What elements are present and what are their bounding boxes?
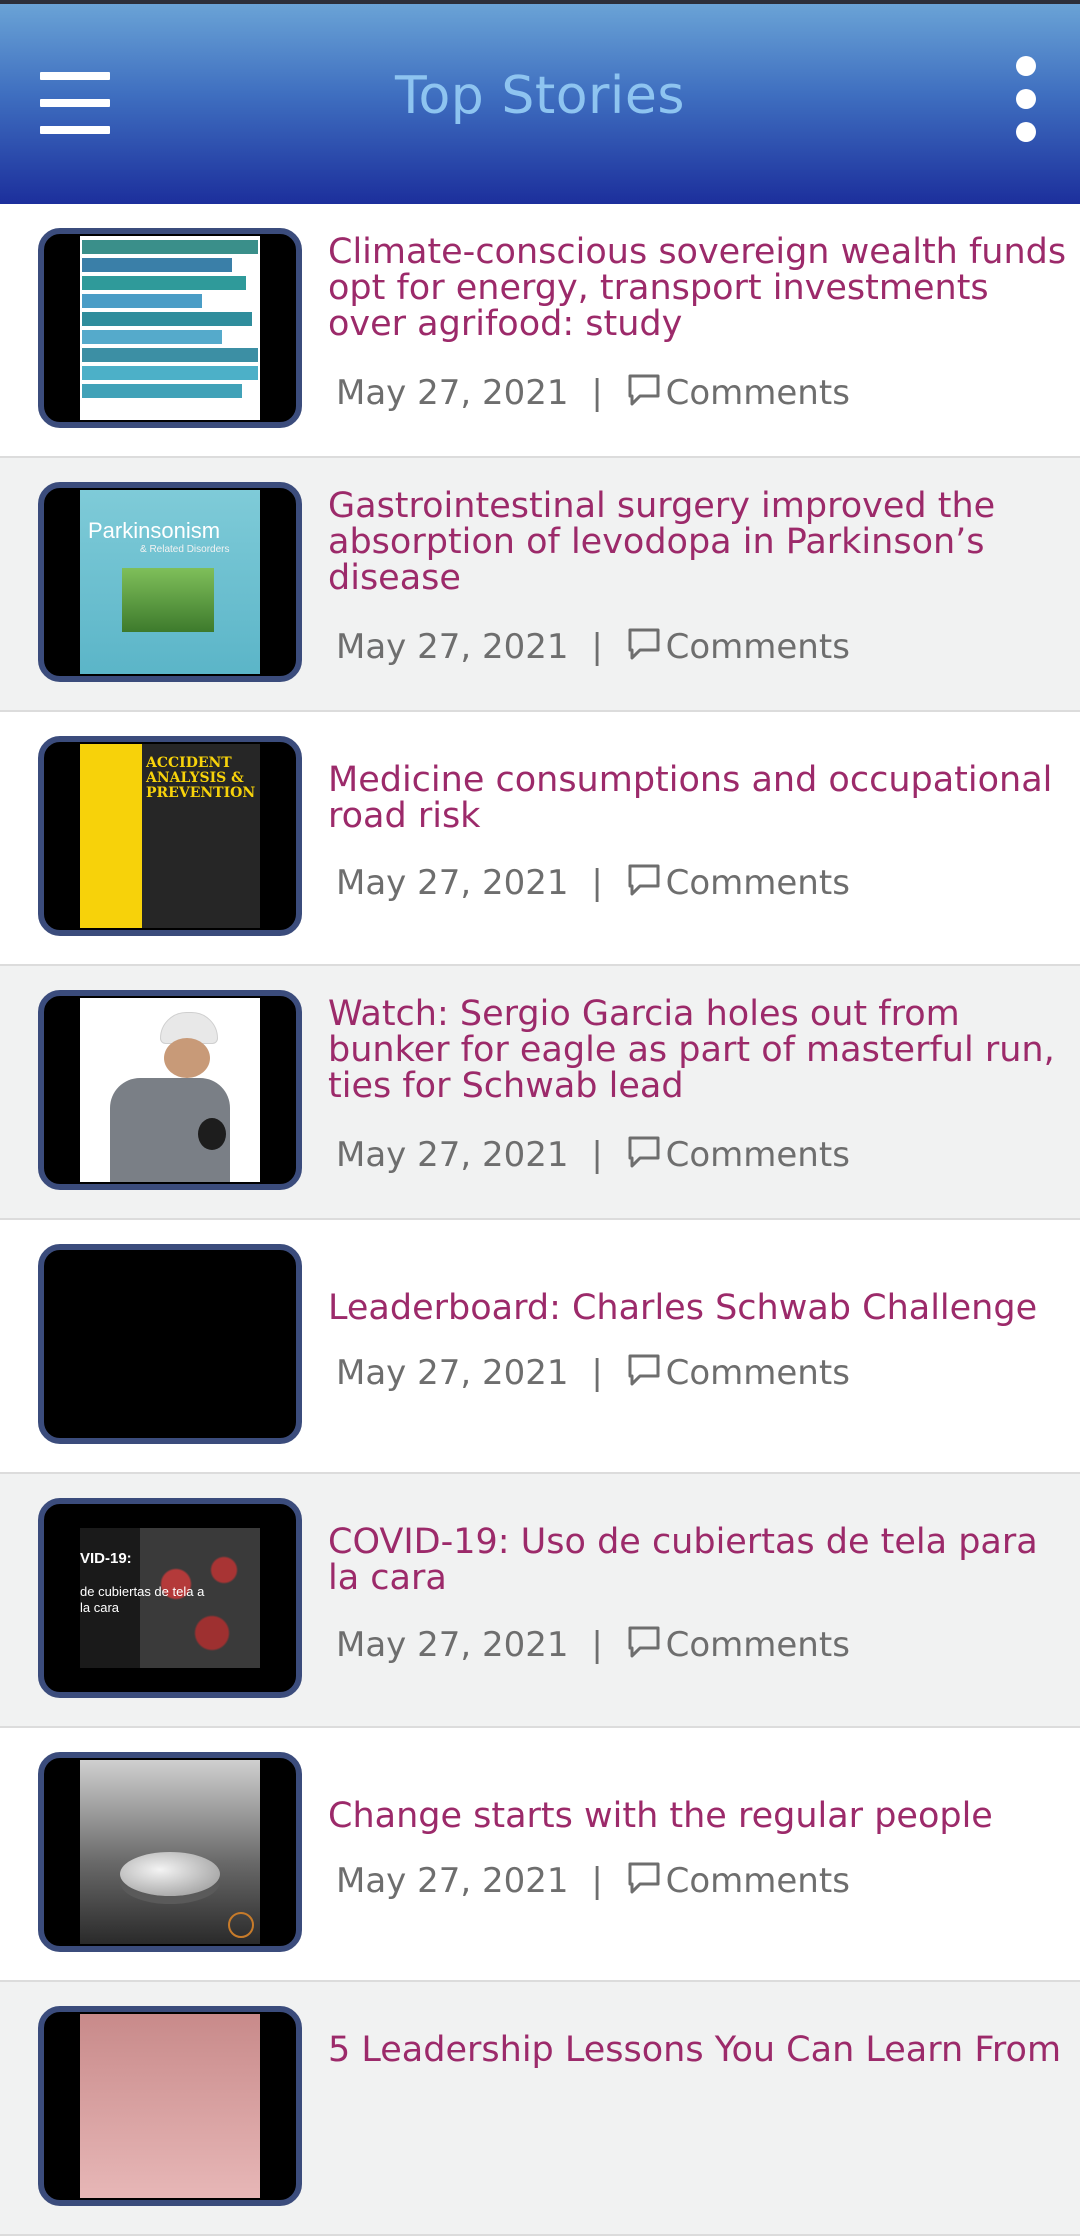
meta-separator: | [591, 863, 603, 903]
story-thumbnail[interactable]: VID-19: de cubiertas de tela a la cara [38, 1498, 302, 1698]
story-date: May 27, 2021 [336, 863, 569, 903]
yellow-cover-band [80, 744, 142, 928]
comments-label: Comments [665, 627, 850, 667]
comments-label: Comments [665, 1625, 850, 1665]
story-item[interactable]: Change starts with the regular people Ma… [0, 1728, 1080, 1982]
golf-club-head [198, 1118, 226, 1150]
comments-link[interactable]: Comments [626, 1135, 850, 1175]
meta-separator: | [591, 1135, 603, 1175]
comments-label: Comments [665, 1861, 850, 1901]
story-item[interactable]: 5 Leadership Lessons You Can Learn From [0, 1982, 1080, 2236]
story-meta: May 27, 2021 | Comments [336, 1860, 850, 1901]
story-title[interactable]: 5 Leadership Lessons You Can Learn From [328, 2032, 1076, 2068]
golfer-photo-thumbnail [80, 998, 260, 1182]
story-title[interactable]: COVID-19: Uso de cubiertas de tela para … [328, 1524, 1076, 1596]
story-meta: May 27, 2021 | Comments [336, 862, 850, 903]
story-item[interactable]: ACCIDENT ANALYSIS & PREVENTION Medicine … [0, 712, 1080, 966]
coin-stack [120, 1852, 220, 1896]
story-date: May 27, 2021 [336, 373, 569, 413]
story-title[interactable]: Watch: Sergio Garcia holes out from bunk… [328, 996, 1076, 1104]
story-item[interactable]: VID-19: de cubiertas de tela a la cara C… [0, 1474, 1080, 1728]
meta-separator: | [591, 373, 603, 413]
story-date: May 27, 2021 [336, 1353, 569, 1393]
story-title[interactable]: Leaderboard: Charles Schwab Challenge [328, 1290, 1076, 1326]
thumb-journal-subtitle: & Related Disorders [140, 544, 230, 555]
story-thumbnail[interactable] [38, 228, 302, 428]
page-title: Top Stories [395, 66, 685, 126]
story-date: May 27, 2021 [336, 1861, 569, 1901]
comment-icon [628, 628, 660, 660]
story-thumbnail[interactable]: ACCIDENT ANALYSIS & PREVENTION [38, 736, 302, 936]
story-title[interactable]: Gastrointestinal surgery improved the ab… [328, 488, 1076, 596]
journal-cover-thumbnail: ACCIDENT ANALYSIS & PREVENTION [80, 744, 260, 928]
story-item[interactable]: Leaderboard: Charles Schwab Challenge Ma… [0, 1220, 1080, 1474]
coins-photo-thumbnail [80, 1760, 260, 1944]
app-bar: Top Stories [0, 4, 1080, 204]
story-thumbnail[interactable]: Parkinsonism & Related Disorders [38, 482, 302, 682]
leadership-photo-thumbnail [80, 2014, 260, 2198]
golfer-face [164, 1038, 210, 1078]
comments-label: Comments [665, 1135, 850, 1175]
story-date: May 27, 2021 [336, 1625, 569, 1665]
comments-label: Comments [665, 863, 850, 903]
story-meta: May 27, 2021 | Comments [336, 1624, 850, 1665]
comments-link[interactable]: Comments [626, 863, 850, 903]
comment-icon [628, 374, 660, 406]
story-list: Climate-conscious sovereign wealth funds… [0, 204, 1080, 2236]
story-date: May 27, 2021 [336, 627, 569, 667]
thumb-covid-subtitle: de cubiertas de tela a la cara [80, 1584, 205, 1615]
story-meta: May 27, 2021 | Comments [336, 626, 850, 667]
meta-separator: | [591, 1353, 603, 1393]
story-thumbnail[interactable] [38, 990, 302, 1190]
badge-icon [228, 1912, 254, 1938]
journal-cover-thumbnail: Parkinsonism & Related Disorders [80, 490, 260, 674]
comment-icon [628, 1626, 660, 1658]
story-item[interactable]: Parkinsonism & Related Disorders Gastroi… [0, 458, 1080, 712]
story-date: May 27, 2021 [336, 1135, 569, 1175]
story-meta: May 27, 2021 | Comments [336, 1134, 850, 1175]
comments-link[interactable]: Comments [626, 1861, 850, 1901]
comments-label: Comments [665, 1353, 850, 1393]
story-item[interactable]: Watch: Sergio Garcia holes out from bunk… [0, 966, 1080, 1220]
story-thumbnail[interactable] [38, 1752, 302, 1952]
story-meta: May 27, 2021 | Comments [336, 1352, 850, 1393]
story-title[interactable]: Medicine consumptions and occupational r… [328, 762, 1076, 834]
blank-thumbnail [80, 1252, 260, 1436]
comment-icon [628, 1354, 660, 1386]
more-vertical-icon[interactable] [1012, 56, 1042, 142]
thumb-covid-title: VID-19: [80, 1550, 132, 1567]
meta-separator: | [591, 1861, 603, 1901]
story-title[interactable]: Climate-conscious sovereign wealth funds… [328, 234, 1076, 342]
comments-link[interactable]: Comments [626, 373, 850, 413]
comments-link[interactable]: Comments [626, 1353, 850, 1393]
story-item[interactable]: Climate-conscious sovereign wealth funds… [0, 204, 1080, 458]
bar-chart-thumbnail [80, 236, 260, 420]
comments-link[interactable]: Comments [626, 627, 850, 667]
story-thumbnail[interactable] [38, 2006, 302, 2206]
comments-label: Comments [665, 373, 850, 413]
comment-icon [628, 1136, 660, 1168]
forest-image [122, 568, 214, 632]
comment-icon [628, 1862, 660, 1894]
story-title[interactable]: Change starts with the regular people [328, 1798, 1076, 1834]
comment-icon [628, 864, 660, 896]
thumb-journal-title: ACCIDENT ANALYSIS & PREVENTION [146, 755, 256, 801]
comments-link[interactable]: Comments [626, 1625, 850, 1665]
story-meta: May 27, 2021 | Comments [336, 372, 850, 413]
meta-separator: | [591, 627, 603, 667]
meta-separator: | [591, 1625, 603, 1665]
thumb-journal-title: Parkinsonism [88, 518, 221, 543]
virus-photo-thumbnail: VID-19: de cubiertas de tela a la cara [80, 1528, 260, 1668]
story-thumbnail[interactable] [38, 1244, 302, 1444]
